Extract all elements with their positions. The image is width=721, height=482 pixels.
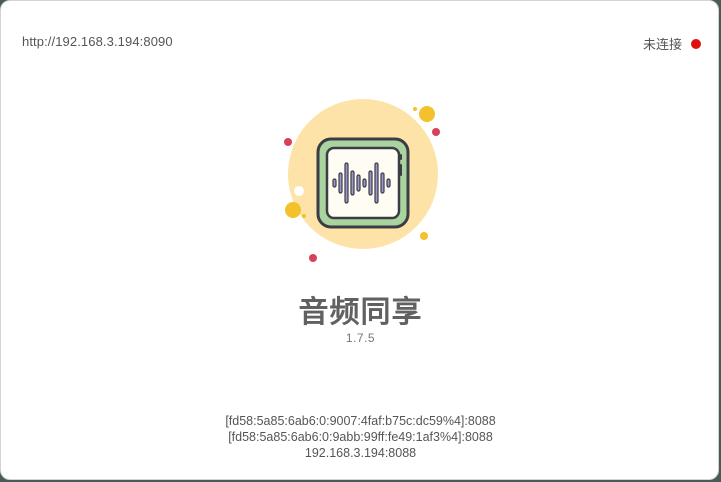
app-window: http://192.168.3.194:8090 未连接 音频同享 1.7.5… — [0, 0, 719, 480]
server-url[interactable]: http://192.168.3.194:8090 — [22, 34, 173, 49]
connection-status: 未连接 — [643, 34, 701, 53]
address-ipv4: 192.168.3.194:8088 — [304, 446, 417, 460]
address-ipv6-2: [fd58:5a85:6ab6:0:9abb:99ff:fe49:1af3%4]… — [228, 430, 493, 444]
connection-status-label: 未连接 — [642, 37, 682, 52]
app-title: 音频同享 — [298, 296, 423, 329]
app-version: 1.7.5 — [345, 331, 376, 345]
audio-waveform-icon — [284, 99, 440, 262]
status-indicator-dot — [691, 38, 701, 49]
address-list: [fd58:5a85:6ab6:0:9007:4faf:b75c:dc59%4]… — [1, 413, 718, 461]
address-ipv6-1: [fd58:5a85:6ab6:0:9007:4faf:b75c:dc59%4]… — [225, 414, 496, 428]
